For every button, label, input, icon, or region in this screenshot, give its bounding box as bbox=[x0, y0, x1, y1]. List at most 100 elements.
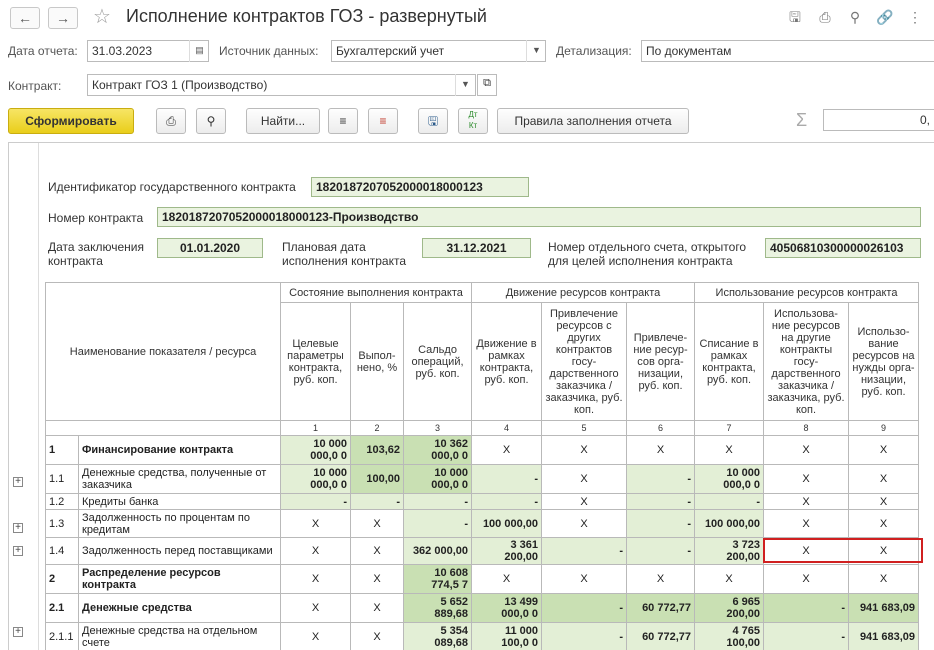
table-cell[interactable]: X bbox=[541, 435, 627, 465]
table-cell[interactable]: - bbox=[280, 493, 351, 510]
table-cell[interactable]: X bbox=[763, 564, 849, 594]
table-cell[interactable]: 5 652 889,68 bbox=[403, 593, 472, 623]
table-cell[interactable]: 103,62 bbox=[350, 435, 404, 465]
table-cell[interactable]: X bbox=[471, 435, 542, 465]
table-cell[interactable]: X bbox=[848, 493, 919, 510]
table-cell[interactable]: - bbox=[403, 493, 472, 510]
table-cell[interactable]: X bbox=[541, 493, 627, 510]
table-cell[interactable]: 11 000 100,0 0 bbox=[471, 622, 542, 650]
table-cell[interactable]: - bbox=[403, 509, 472, 538]
table-cell[interactable]: X bbox=[763, 464, 849, 494]
table-cell[interactable]: 5 354 089,68 bbox=[403, 622, 472, 650]
save-icon[interactable]: 🖫 bbox=[786, 8, 804, 26]
table-cell[interactable]: 10 000 000,0 0 bbox=[280, 435, 351, 465]
table-cell[interactable]: - bbox=[626, 493, 695, 510]
contract-open-button[interactable]: ⧉ bbox=[477, 74, 497, 96]
table-row[interactable]: 1.3 Задолженность по процентам по кредита… bbox=[45, 509, 919, 538]
table-cell[interactable]: X bbox=[541, 464, 627, 494]
favorite-star-icon[interactable]: ☆ bbox=[93, 4, 111, 29]
find-button[interactable]: Найти... bbox=[246, 108, 320, 134]
expand-row-1-4-icon[interactable]: + bbox=[13, 546, 23, 556]
source-select[interactable]: Бухгалтерский учет bbox=[331, 40, 546, 62]
contract-dropdown-icon[interactable]: ▼ bbox=[455, 74, 475, 96]
preview-icon[interactable]: ⚲ bbox=[846, 8, 864, 26]
table-cell[interactable]: X bbox=[350, 537, 404, 565]
table-cell[interactable]: X bbox=[280, 564, 351, 594]
expand-row-1-3-icon[interactable]: + bbox=[13, 523, 23, 533]
dt-kt-button[interactable]: Дт Кт bbox=[458, 108, 488, 134]
table-cell[interactable]: X bbox=[848, 435, 919, 465]
back-button[interactable]: ← bbox=[10, 7, 40, 29]
table-cell[interactable]: 100 000,00 bbox=[471, 509, 542, 538]
table-cell[interactable]: X bbox=[848, 564, 919, 594]
fill-rules-button[interactable]: Правила заполнения отчета bbox=[497, 108, 689, 134]
forward-button[interactable]: → bbox=[48, 7, 78, 29]
print-button[interactable]: ⎙ bbox=[156, 108, 186, 134]
table-row[interactable]: 2.1.1 Денежные средства на отдельном счет… bbox=[45, 622, 919, 650]
table-cell[interactable]: 10 000 000,0 0 bbox=[280, 464, 351, 494]
table-cell[interactable]: X bbox=[280, 622, 351, 650]
expand-row-1-1-icon[interactable]: + bbox=[13, 477, 23, 487]
table-cell[interactable]: X bbox=[350, 509, 404, 538]
table-cell[interactable]: 4 765 100,00 bbox=[694, 622, 764, 650]
table-row[interactable]: 2 Распределение ресурсов контракта X X 10 60… bbox=[45, 564, 919, 594]
table-cell[interactable]: 60 772,77 bbox=[626, 593, 695, 623]
detail-select[interactable]: По документам bbox=[641, 40, 934, 62]
table-cell[interactable]: 13 499 000,0 0 bbox=[471, 593, 542, 623]
table-cell[interactable]: X bbox=[541, 564, 627, 594]
collapse-groups-button[interactable]: ≡ bbox=[368, 108, 398, 134]
table-cell[interactable]: X bbox=[694, 435, 764, 465]
table-cell[interactable]: 60 772,77 bbox=[626, 622, 695, 650]
table-cell[interactable]: - bbox=[763, 622, 849, 650]
table-cell[interactable]: X bbox=[350, 593, 404, 623]
table-cell[interactable]: - bbox=[694, 493, 764, 510]
table-row[interactable]: 1.2 Кредиты банка - - - - X - - X X bbox=[45, 493, 919, 510]
table-cell[interactable]: X bbox=[350, 564, 404, 594]
table-row[interactable]: 1 Финансирование контракта 10 000 000,0 01… bbox=[45, 435, 919, 465]
table-cell[interactable]: X bbox=[763, 435, 849, 465]
table-cell[interactable]: X bbox=[280, 537, 351, 565]
table-cell[interactable]: - bbox=[626, 537, 695, 565]
more-icon[interactable]: ⋮ bbox=[906, 8, 924, 26]
table-cell[interactable]: 941 683,09 bbox=[848, 593, 919, 623]
table-cell[interactable]: X bbox=[541, 509, 627, 538]
table-row[interactable]: 1.1 Денежные средства, полученные от зака… bbox=[45, 464, 919, 494]
print-icon[interactable]: ⎙ bbox=[816, 8, 834, 26]
save-settings-button[interactable]: 🖫 bbox=[418, 108, 448, 134]
table-cell[interactable]: X bbox=[694, 564, 764, 594]
table-cell[interactable]: - bbox=[471, 464, 542, 494]
preview-button[interactable]: ⚲ bbox=[196, 108, 226, 134]
table-cell[interactable]: 3 723 200,00 bbox=[694, 537, 764, 565]
expand-row-2-1-1-icon[interactable]: + bbox=[13, 627, 23, 637]
table-cell[interactable]: - bbox=[471, 493, 542, 510]
table-cell[interactable]: 10 362 000,0 0 bbox=[403, 435, 472, 465]
table-cell[interactable]: - bbox=[541, 622, 627, 650]
table-cell[interactable]: 10 000 000,0 0 bbox=[694, 464, 764, 494]
table-cell[interactable]: 10 000 000,0 0 bbox=[403, 464, 472, 494]
table-cell[interactable]: - bbox=[350, 493, 404, 510]
contract-select[interactable]: Контракт ГОЗ 1 (Производство) bbox=[87, 74, 476, 96]
link-icon[interactable]: 🔗 bbox=[876, 8, 894, 26]
table-cell[interactable]: X bbox=[471, 564, 542, 594]
generate-button[interactable]: Сформировать bbox=[8, 108, 134, 134]
table-cell[interactable]: X bbox=[280, 593, 351, 623]
table-cell[interactable]: 941 683,09 bbox=[848, 622, 919, 650]
table-cell[interactable]: X bbox=[763, 493, 849, 510]
expand-groups-button[interactable]: ≡ bbox=[328, 108, 358, 134]
table-cell[interactable]: X bbox=[626, 435, 695, 465]
table-cell[interactable]: 3 361 200,00 bbox=[471, 537, 542, 565]
calendar-icon[interactable]: ▤ bbox=[189, 40, 209, 62]
table-cell[interactable]: - bbox=[626, 509, 695, 538]
table-row[interactable]: 2.1 Денежные средства X X 5 652 889,68 13 499… bbox=[45, 593, 919, 623]
table-cell[interactable]: X bbox=[350, 622, 404, 650]
table-cell[interactable]: X bbox=[848, 509, 919, 538]
table-cell[interactable]: 362 000,00 bbox=[403, 537, 472, 565]
table-cell[interactable]: X bbox=[280, 509, 351, 538]
table-cell[interactable]: X bbox=[763, 509, 849, 538]
table-cell[interactable]: 100 000,00 bbox=[694, 509, 764, 538]
table-cell[interactable]: 6 965 200,00 bbox=[694, 593, 764, 623]
table-cell[interactable]: - bbox=[626, 464, 695, 494]
table-cell[interactable]: - bbox=[763, 593, 849, 623]
source-dropdown-icon[interactable]: ▼ bbox=[526, 40, 546, 62]
table-cell[interactable]: - bbox=[541, 593, 627, 623]
